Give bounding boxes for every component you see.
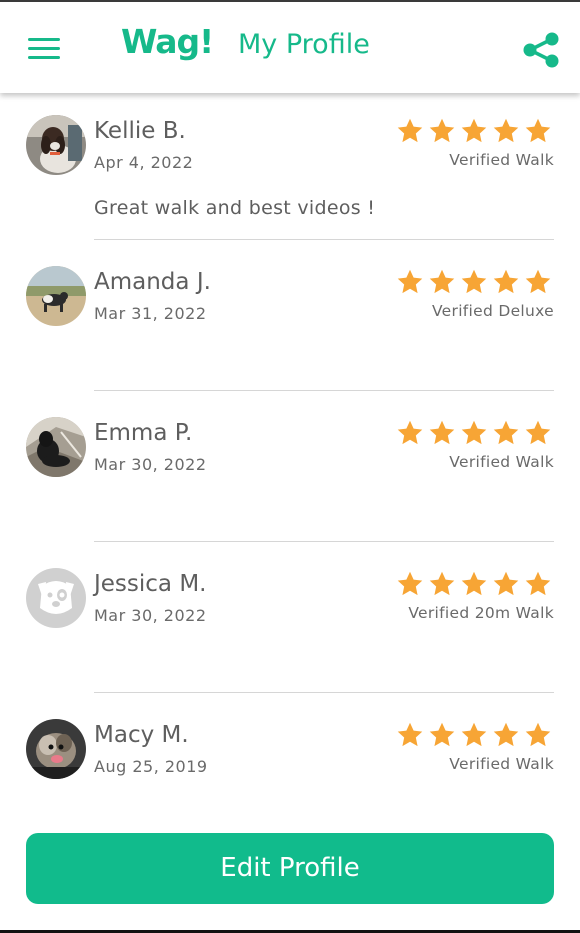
star-icon: [525, 571, 551, 596]
star-icon: [493, 269, 519, 294]
star-icon: [429, 420, 455, 445]
star-icon: [525, 420, 551, 445]
review-date: Mar 30, 2022: [94, 606, 207, 625]
verified-service: Verified Walk: [449, 151, 554, 169]
star-icon: [397, 118, 423, 143]
reviewer-name: Amanda J.: [94, 269, 211, 295]
star-icon: [525, 722, 551, 747]
verified-service: Verified Walk: [449, 755, 554, 773]
divider: [94, 390, 554, 391]
share-icon[interactable]: [522, 32, 560, 68]
reviewer-name: Jessica M.: [94, 571, 207, 597]
hamburger-menu-icon[interactable]: [28, 34, 62, 62]
star-icon: [397, 420, 423, 445]
review-item: Jessica M. Mar 30, 2022 Verified 20m Wal…: [0, 546, 580, 697]
app-header: Wag! My Profile: [0, 2, 580, 93]
star-icon: [525, 118, 551, 143]
verified-service: Verified Deluxe: [431, 302, 554, 320]
review-date: Apr 4, 2022: [94, 153, 194, 172]
star-rating: [396, 570, 552, 598]
star-icon: [461, 571, 487, 596]
star-rating: [396, 117, 552, 145]
reviewer-name: Macy M.: [94, 722, 189, 748]
reviewer-avatar[interactable]: [26, 568, 86, 628]
star-icon: [429, 269, 455, 294]
star-icon: [429, 118, 455, 143]
star-icon: [461, 420, 487, 445]
wag-logo: Wag!: [121, 22, 214, 61]
star-rating: [396, 268, 552, 296]
review-date: Aug 25, 2019: [94, 757, 208, 776]
review-item: Kellie B. Apr 4, 2022 Verified Walk Grea…: [0, 93, 580, 244]
review-date: Mar 31, 2022: [94, 304, 207, 323]
star-icon: [429, 722, 455, 747]
reviewer-avatar[interactable]: [26, 115, 86, 175]
screen: Wag! My Profile Kellie B. Apr 4, 2022 Ve…: [0, 0, 580, 933]
review-item: Amanda J. Mar 31, 2022 Verified Deluxe: [0, 244, 580, 395]
page-title: My Profile: [238, 29, 370, 60]
star-rating: [396, 419, 552, 447]
divider: [94, 692, 554, 693]
star-icon: [525, 269, 551, 294]
reviewer-avatar[interactable]: [26, 719, 86, 779]
review-comment: Great walk and best videos !: [94, 197, 376, 219]
divider: [94, 541, 554, 542]
star-icon: [493, 118, 519, 143]
divider: [94, 239, 554, 240]
star-rating: [396, 721, 552, 749]
review-item: Emma P. Mar 30, 2022 Verified Walk: [0, 395, 580, 546]
star-icon: [493, 722, 519, 747]
reviewer-name: Kellie B.: [94, 118, 186, 144]
reviews-list: Kellie B. Apr 4, 2022 Verified Walk Grea…: [0, 93, 580, 848]
verified-service: Verified 20m Walk: [408, 604, 554, 622]
star-icon: [461, 269, 487, 294]
star-icon: [397, 722, 423, 747]
star-icon: [397, 269, 423, 294]
reviewer-avatar[interactable]: [26, 417, 86, 477]
star-icon: [493, 420, 519, 445]
review-date: Mar 30, 2022: [94, 455, 207, 474]
star-icon: [397, 571, 423, 596]
star-icon: [461, 722, 487, 747]
review-item: Macy M. Aug 25, 2019 Verified Walk: [0, 697, 580, 848]
reviewer-name: Emma P.: [94, 420, 193, 446]
verified-service: Verified Walk: [449, 453, 554, 471]
edit-profile-button[interactable]: Edit Profile: [26, 833, 554, 904]
star-icon: [461, 118, 487, 143]
reviewer-avatar[interactable]: [26, 266, 86, 326]
star-icon: [493, 571, 519, 596]
star-icon: [429, 571, 455, 596]
